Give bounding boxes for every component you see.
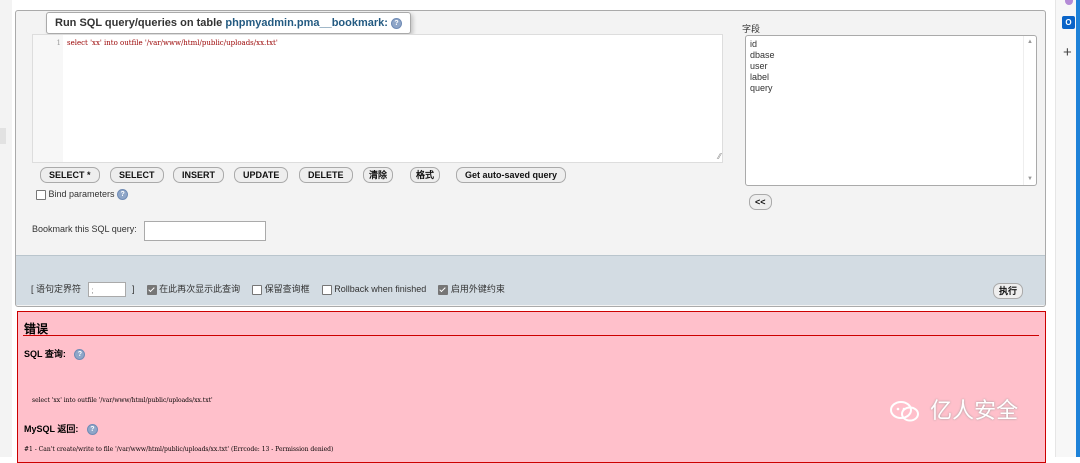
outlook-icon[interactable]: O	[1062, 16, 1075, 29]
line-gutter: 1	[33, 35, 63, 162]
bind-parameters: Bind parameters ?	[36, 189, 129, 201]
delimiter-input[interactable]: ;	[87, 282, 126, 298]
options-row: [ 语句定界符 ; ] 在此再次显示此查询 保留查询框 Rollback whe…	[31, 282, 505, 298]
resize-grip-icon[interactable]: ⁄⁄	[718, 153, 721, 161]
scroll-down-icon[interactable]: ▼	[1027, 176, 1033, 182]
clear-button[interactable]: 清除	[363, 167, 394, 183]
sql-editor[interactable]: 1 select 'xx' into outfile '/var/www/htm…	[32, 34, 723, 163]
go-button[interactable]: 执行	[993, 283, 1024, 299]
browser-side-strip: O +	[1055, 0, 1080, 457]
fields-list[interactable]: id dbase user label query ▲ ▼	[745, 35, 1037, 186]
watermark-text: 亿人安全	[930, 398, 1019, 423]
left-window-edge	[0, 0, 12, 457]
select-star-button[interactable]: SELECT *	[40, 167, 100, 183]
profile-dot-icon[interactable]	[1065, 0, 1073, 5]
fields-scrollbar[interactable]: ▲ ▼	[1023, 36, 1036, 185]
bind-parameters-label: Bind parameters	[48, 189, 115, 199]
scroll-up-icon[interactable]: ▲	[1027, 39, 1033, 45]
show-again-label: 在此再次显示此查询	[159, 284, 241, 294]
field-option[interactable]: label	[746, 72, 1036, 83]
wechat-bubble-icon	[890, 401, 919, 422]
add-icon[interactable]: +	[1063, 44, 1072, 61]
field-option[interactable]: user	[746, 61, 1036, 72]
legend-table-link[interactable]: phpmyadmin.pma__bookmark:	[225, 17, 388, 29]
get-autosaved-query-button[interactable]: Get auto-saved query	[456, 167, 567, 183]
delimiter-open-label: [ 语句定界符	[31, 284, 82, 294]
keep-box-label: 保留查询框	[264, 284, 310, 294]
help-icon[interactable]: ?	[86, 424, 98, 436]
sql-query-panel: Run SQL query/queries on table phpmyadmi…	[15, 10, 1046, 307]
bookmark-input[interactable]	[144, 221, 266, 241]
mysql-error-message: #1 - Can't create/write to file '/var/ww…	[24, 446, 334, 453]
watermark: 亿人安全	[890, 393, 1018, 425]
side-accent-bar	[1076, 0, 1080, 457]
sql-query-label-text: SQL 查询:	[24, 349, 66, 359]
show-again-checkbox[interactable]	[146, 284, 157, 295]
options-bar: [ 语句定界符 ; ] 在此再次显示此查询 保留查询框 Rollback whe…	[16, 255, 1045, 305]
foreign-keys-checkbox[interactable]	[438, 284, 449, 295]
help-icon[interactable]: ?	[117, 189, 129, 201]
field-option[interactable]: query	[746, 83, 1036, 94]
delimiter-close-label: ]	[132, 284, 135, 294]
panel-legend: Run SQL query/queries on table phpmyadmi…	[46, 12, 411, 34]
insert-button[interactable]: INSERT	[173, 167, 225, 183]
format-button[interactable]: 格式	[410, 167, 441, 183]
delete-button[interactable]: DELETE	[299, 167, 353, 183]
field-option[interactable]: id	[746, 39, 1036, 50]
legend-prefix: Run SQL query/queries on table	[55, 17, 223, 29]
help-icon[interactable]: ?	[74, 349, 86, 361]
left-edge-mark	[0, 128, 6, 144]
mysql-returned-label-text: MySQL 返回:	[24, 424, 79, 434]
rollback-checkbox[interactable]	[321, 284, 332, 295]
error-box: 错误 SQL 查询: ? select 'xx' into outfile '/…	[17, 311, 1046, 463]
line-number: 1	[56, 39, 61, 47]
bind-parameters-checkbox[interactable]	[36, 189, 46, 200]
foreign-keys-label: 启用外键约束	[450, 284, 505, 294]
keep-box-checkbox[interactable]	[252, 284, 263, 295]
mysql-returned-label: MySQL 返回: ?	[24, 422, 98, 436]
field-option[interactable]: dbase	[746, 50, 1036, 61]
sql-query-label: SQL 查询: ?	[24, 347, 86, 361]
error-divider	[23, 335, 1039, 336]
select-button[interactable]: SELECT	[110, 167, 164, 183]
bookmark-label: Bookmark this SQL query:	[32, 224, 137, 234]
update-button[interactable]: UPDATE	[234, 167, 289, 183]
sql-code[interactable]: select 'xx' into outfile '/var/www/html/…	[67, 39, 278, 47]
fields-label: 字段	[742, 24, 761, 34]
help-icon[interactable]: ?	[391, 17, 402, 29]
insert-field-button[interactable]: <<	[749, 194, 772, 210]
rollback-label: Rollback when finished	[334, 284, 427, 294]
sql-query-text: select 'xx' into outfile '/var/www/html/…	[32, 397, 213, 404]
